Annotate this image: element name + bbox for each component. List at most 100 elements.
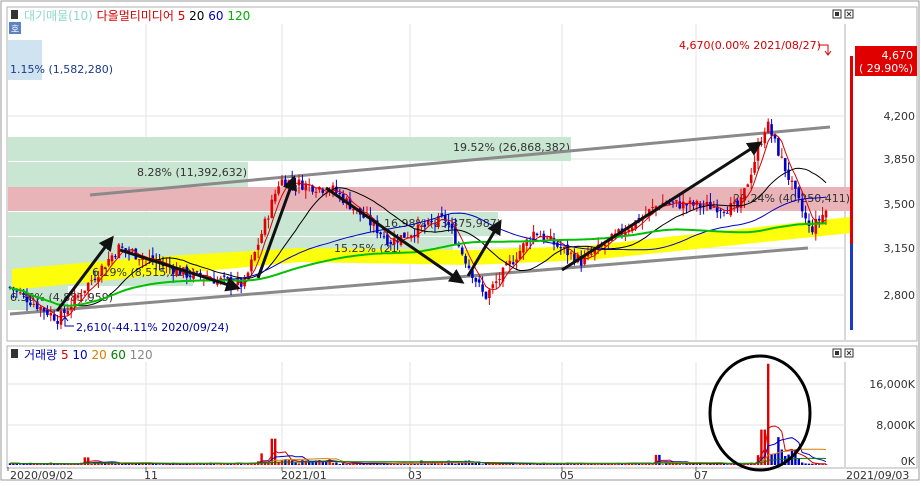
volume-bar [338,464,341,465]
price-legend-item: 대기매물(10) [24,9,93,23]
candle-body [675,200,678,202]
volume-bar [202,464,205,465]
volume-bar [729,464,732,465]
volume-bar [807,463,811,465]
volume-bar [811,463,814,465]
candle-body [522,243,525,253]
volume-bar [495,464,498,465]
candle-body [817,218,821,221]
chart-canvas: 1.15% (1,582,280) 19.52% (26,868,382) 8.… [0,0,920,482]
candle-body [678,201,682,209]
volume-bar [722,463,726,465]
candle-body [770,124,773,136]
svg-text:거래량 5 10 20 60 120: 거래량 5 10 20 60 120 [24,348,153,362]
candle-body [671,201,675,203]
candle-body [284,179,287,187]
price-legend: 대기매물(10) 다올멀티미디어 5 20 60 120 [11,9,250,23]
candle-body [100,265,104,276]
volume-legend-item: 5 [57,348,68,362]
candle-body [195,271,199,273]
candle-body [447,221,450,225]
candle-body [719,209,722,211]
volume-tick-label: 0K [901,455,916,468]
volume-bar [263,463,267,465]
candle-body [416,224,420,238]
candle-body [69,306,73,310]
candle-body [824,210,828,218]
candle-body [535,233,539,236]
candle-body [590,253,593,255]
volume-bar [481,464,484,465]
candle-body [477,279,481,283]
low-annotation: 2,610(-44.11% 2020/09/24) [76,321,229,334]
candle-body [794,180,797,189]
volume-bar [158,464,161,465]
candle-body [685,203,688,206]
price-tick-label: 3,850 [884,153,916,166]
candle-body [25,296,29,303]
svg-text:대기매물(10) 다올멀티미디어 5 20 60 120: 대기매물(10) 다올멀티미디어 5 20 60 120 [24,9,250,23]
volume-bar [36,464,39,465]
volume-bar [801,462,804,465]
volume-bar [437,463,440,465]
volume-bar [478,463,481,465]
candle-body [481,284,484,292]
candle-body [811,226,814,233]
candle-body [705,201,709,204]
candle-body [790,180,794,182]
candle-body [222,275,226,277]
volume-bar [342,463,345,465]
volume-bar [770,454,773,465]
candle-body [766,121,770,133]
candle-body [749,174,753,184]
volume-tick-label: 16,000K [869,378,915,391]
candle-body [63,309,66,314]
candle-body [797,187,801,199]
price-legend-item: 20 [185,9,204,23]
volume-bar [505,464,508,465]
candle-body [294,185,297,187]
volume-bar [56,464,59,465]
candle-body [273,193,277,202]
candle-body [423,224,427,227]
badge-text: 호 [11,24,19,35]
volume-legend-item: 10 [69,348,88,362]
candle-body [137,259,141,261]
candle-body [59,311,63,325]
candle-body [403,232,406,238]
candle-body [722,211,726,213]
candle-body [763,132,767,144]
candle-body [253,252,257,261]
volume-bar [804,463,807,465]
volume-bar [491,464,494,465]
candle-body [107,258,110,266]
volume-bar [90,464,93,465]
overhang-label: 1.15% (1,582,280) [10,63,113,76]
candle-body [508,260,512,265]
candle-body [559,247,563,249]
down-range-bar [850,244,853,330]
overhang-label: 8.28% (11,392,632) [137,166,247,179]
x-tick-label: 2020/09/02 [10,469,73,482]
volume-bar [535,464,539,465]
price-legend-item: 다올멀티미디어 [93,9,174,23]
candle-body [22,294,25,296]
volume-bar [59,464,63,465]
candle-body [15,290,19,292]
volume-bar [471,462,474,465]
stock-chart-window: 1.15% (1,582,280) 19.52% (26,868,382) 8.… [0,0,921,482]
candle-body [464,256,467,264]
candle-body [800,199,804,212]
volume-bar [277,462,280,465]
candle-body [226,277,229,279]
candle-body [188,275,192,278]
volume-bar [444,463,447,465]
candle-body [746,184,750,187]
candle-body [488,289,491,299]
volume-bar [597,464,600,465]
volume-bar [359,464,362,465]
candle-body [280,179,284,186]
volume-legend-item: 60 [107,348,126,362]
candle-body [545,237,549,239]
candle-body [297,179,301,186]
